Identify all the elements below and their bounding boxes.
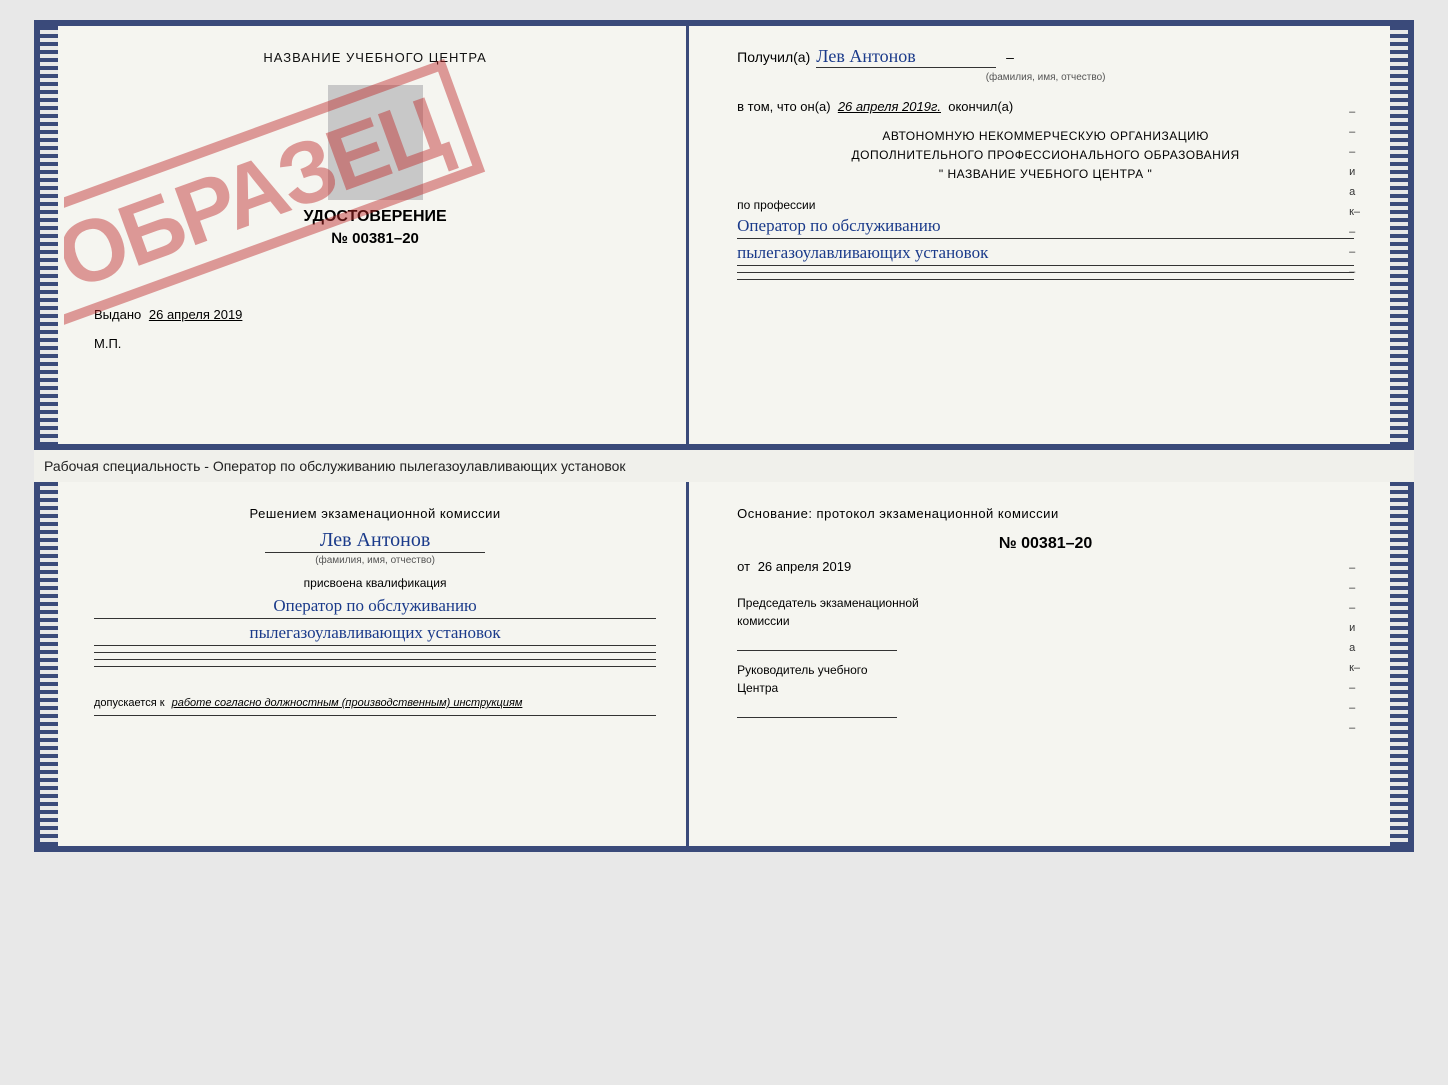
received-line: Получил(а) Лев Антонов – (737, 46, 1354, 68)
in-that-prefix: в том, что он(а) (737, 99, 830, 114)
received-name: Лев Антонов (816, 46, 996, 68)
assigned-label: присвоена квалификация (94, 576, 656, 590)
profession-label: по профессии (737, 198, 1354, 212)
in-that-line: в том, что он(а) 26 апреля 2019г. окончи… (737, 97, 1354, 117)
top-left-panel: НАЗВАНИЕ УЧЕБНОГО ЦЕНТРА УДОСТОВЕРЕНИЕ №… (64, 26, 689, 444)
profession-line1: Оператор по обслуживанию (737, 216, 1354, 239)
qual-line3 (94, 666, 656, 667)
side-chars-top: – – – и а к– – – – (1349, 106, 1360, 278)
finished-label: окончил(а) (948, 99, 1013, 114)
chairman-label: Председатель экзаменационной комиссии (737, 594, 1354, 651)
allowed-prefix: допускается к (94, 697, 165, 709)
allowed-line (94, 715, 656, 716)
mp-line: М.П. (94, 336, 656, 351)
protocol-date-prefix: от (737, 559, 750, 574)
qual-line1 (94, 652, 656, 653)
profession-underline (737, 272, 1354, 273)
issued-line: Выдано 26 апреля 2019 (94, 307, 656, 322)
allowed-label: допускается к работе согласно должностны… (94, 697, 656, 709)
head-line2: Центра (737, 679, 1354, 697)
qualification-line2: пылегазоулавливающих установок (94, 623, 656, 646)
bottom-left-panel: Решением экзаменационной комиссии Лев Ан… (64, 482, 689, 846)
head-label: Руководитель учебного Центра (737, 661, 1354, 718)
head-line1: Руководитель учебного (737, 661, 1354, 679)
chairman-sig-line (737, 650, 897, 651)
in-that-date: 26 апреля 2019г. (838, 99, 941, 114)
org-block: АВТОНОМНУЮ НЕКОММЕРЧЕСКУЮ ОРГАНИЗАЦИЮ ДО… (737, 127, 1354, 185)
profession-underline2 (737, 279, 1354, 280)
decision-label: Решением экзаменационной комиссии (94, 506, 656, 521)
cert-title: УДОСТОВЕРЕНИЕ (94, 208, 656, 226)
top-right-panel: Получил(а) Лев Антонов – (фамилия, имя, … (707, 26, 1384, 444)
protocol-date: от 26 апреля 2019 (737, 559, 1354, 574)
top-left-title: НАЗВАНИЕ УЧЕБНОГО ЦЕНТРА (94, 50, 656, 65)
qual-line2 (94, 659, 656, 660)
issued-label: Выдано (94, 307, 141, 322)
org-line2: ДОПОЛНИТЕЛЬНОГО ПРОФЕССИОНАЛЬНОГО ОБРАЗО… (737, 146, 1354, 165)
name-caption-top: (фамилия, имя, отчество) (737, 72, 1354, 83)
org-line1: АВТОНОМНУЮ НЕКОММЕРЧЕСКУЮ ОРГАНИЗАЦИЮ (737, 127, 1354, 146)
bottom-right-panel: Основание: протокол экзаменационной коми… (707, 482, 1384, 846)
side-chars-bottom: – – – и а к– – – – (1349, 562, 1360, 734)
photo-placeholder (328, 85, 423, 200)
document-wrapper: НАЗВАНИЕ УЧЕБНОГО ЦЕНТРА УДОСТОВЕРЕНИЕ №… (34, 20, 1414, 852)
issued-date: 26 апреля 2019 (149, 307, 243, 322)
basis-label: Основание: протокол экзаменационной коми… (737, 506, 1354, 521)
org-line3: " НАЗВАНИЕ УЧЕБНОГО ЦЕНТРА " (737, 165, 1354, 184)
top-certificate: НАЗВАНИЕ УЧЕБНОГО ЦЕНТРА УДОСТОВЕРЕНИЕ №… (34, 20, 1414, 450)
cert-number: № 00381–20 (94, 230, 656, 247)
bottom-certificate: Решением экзаменационной комиссии Лев Ан… (34, 482, 1414, 852)
profession-line2: пылегазоулавливающих установок (737, 243, 1354, 266)
divider-line: Рабочая специальность - Оператор по обсл… (34, 450, 1414, 482)
head-sig-line (737, 717, 897, 718)
protocol-number: № 00381–20 (737, 535, 1354, 553)
bottom-name-handwritten: Лев Антонов (265, 529, 485, 553)
allowed-text: работе согласно должностным (производств… (172, 697, 523, 709)
chairman-line2: комиссии (737, 612, 1354, 630)
name-caption-bottom: (фамилия, имя, отчество) (94, 555, 656, 566)
protocol-date-value: 26 апреля 2019 (758, 559, 852, 574)
qualification-line1: Оператор по обслуживанию (94, 596, 656, 619)
received-prefix: Получил(а) (737, 49, 810, 65)
chairman-line1: Председатель экзаменационной (737, 594, 1354, 612)
